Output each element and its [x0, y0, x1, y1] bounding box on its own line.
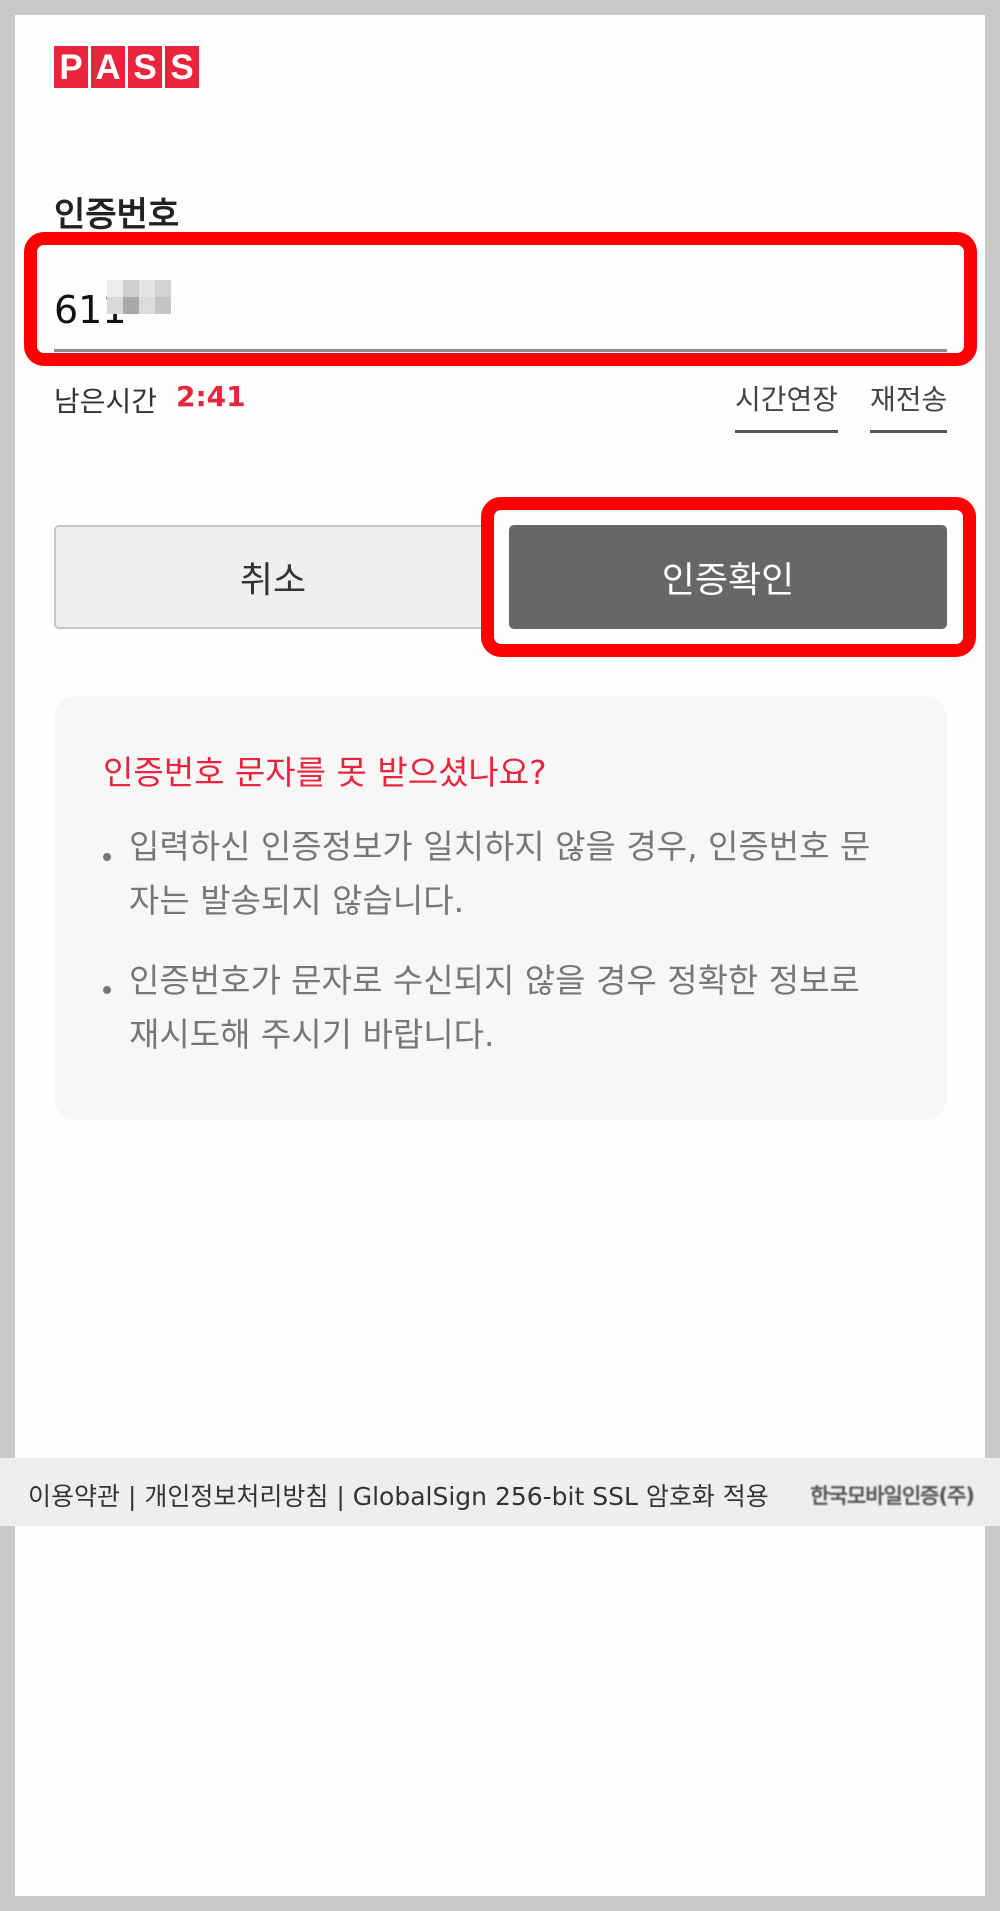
- privacy-policy-link[interactable]: 개인정보처리방침: [144, 1482, 328, 1511]
- help-item: 입력하신 인증정보가 일치하지 않을 경우, 인증번호 문자는 발송되지 않습니…: [129, 827, 871, 920]
- help-box: 인증번호 문자를 못 받으셨나요? 입력하신 인증정보가 일치하지 않을 경우,…: [54, 696, 947, 1120]
- bullet-icon: [103, 986, 111, 994]
- code-field-label: 인증번호: [54, 195, 180, 235]
- help-item: 인증번호가 문자로 수신되지 않을 경우 정확한 정보로 재시도해 주시기 바랍…: [129, 961, 860, 1054]
- ssl-note: GlobalSign 256-bit SSL 암호화 적용: [352, 1482, 769, 1511]
- logo-letter: A: [91, 46, 125, 88]
- masked-digits-mosaic: [107, 280, 171, 314]
- logo-letter: S: [165, 46, 199, 88]
- logo-letter: P: [54, 46, 88, 88]
- extend-time-link[interactable]: 시간연장: [735, 378, 839, 433]
- logo-letter: S: [128, 46, 162, 88]
- footer-links: 이용약관 | 개인정보처리방침 | GlobalSign 256-bit SSL…: [28, 1477, 769, 1513]
- confirm-highlight-frame: [481, 497, 976, 657]
- company-name: 한국모바일인증(주): [810, 1484, 975, 1508]
- pass-logo: P A S S: [54, 46, 199, 88]
- resend-link[interactable]: 재전송: [870, 378, 948, 433]
- bullet-icon: [103, 853, 111, 861]
- footer-separator: |: [336, 1482, 345, 1511]
- remaining-time-label: 남은시간: [54, 385, 158, 418]
- footer: 이용약관 | 개인정보처리방침 | GlobalSign 256-bit SSL…: [0, 1458, 1000, 1526]
- footer-separator: |: [127, 1482, 137, 1511]
- verification-code-input[interactable]: [54, 270, 947, 352]
- cancel-button[interactable]: 취소: [54, 525, 492, 629]
- remaining-time-value: 2:41: [176, 380, 246, 413]
- terms-link[interactable]: 이용약관: [28, 1482, 120, 1511]
- help-title: 인증번호 문자를 못 받으셨나요?: [103, 753, 547, 792]
